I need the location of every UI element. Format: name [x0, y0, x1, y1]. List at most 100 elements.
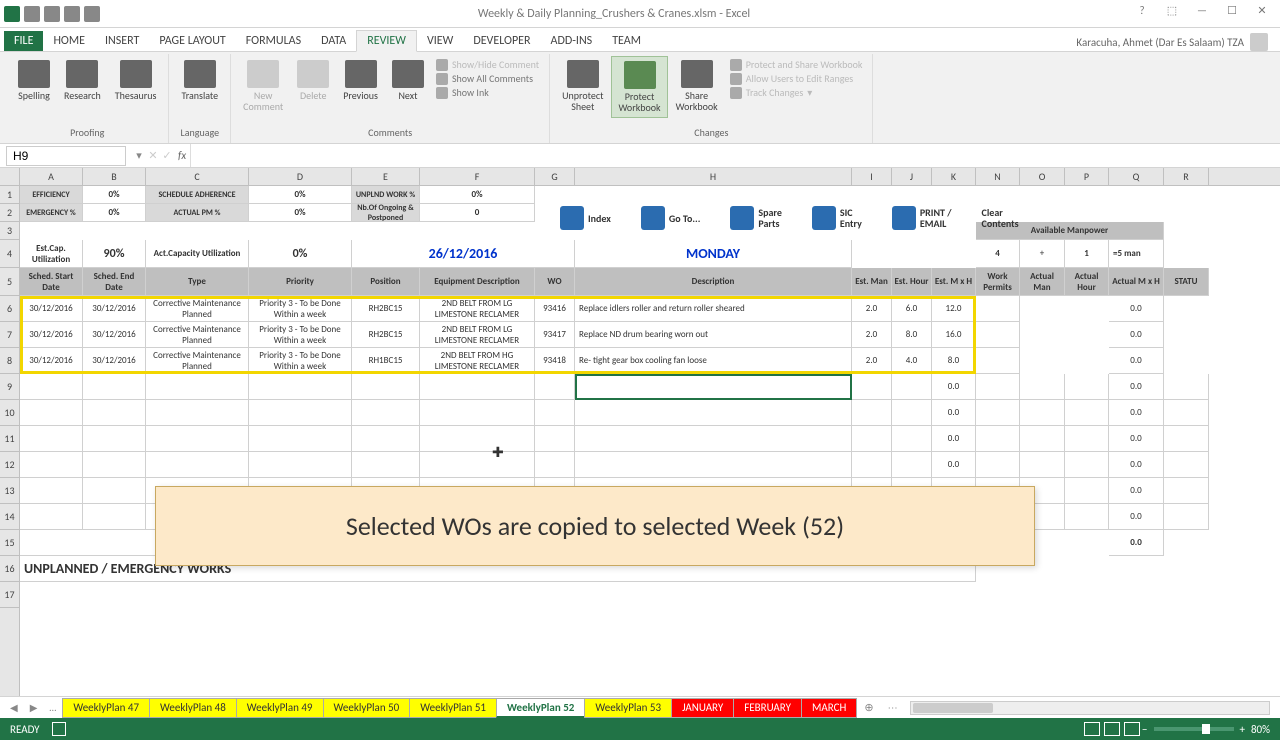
tab-formulas[interactable]: FORMULAS: [236, 31, 311, 51]
worksheet[interactable]: ABCDEFGHIJKNOPQR 12345678910111213141516…: [0, 168, 1280, 696]
enter-formula[interactable]: ✓: [160, 149, 174, 162]
blank[interactable]: [146, 374, 249, 400]
col-hdr-14[interactable]: Actual M x H: [1109, 268, 1164, 296]
sheet-tab-weeklyplan-47[interactable]: WeeklyPlan 47: [62, 698, 150, 718]
qa-icon[interactable]: [84, 6, 100, 22]
col-header-C[interactable]: C: [146, 168, 249, 185]
sheet-tab-weeklyplan-48[interactable]: WeeklyPlan 48: [149, 698, 237, 718]
blank[interactable]: 0.0: [932, 452, 976, 478]
blank[interactable]: [352, 374, 420, 400]
kpi-efficiency-val[interactable]: 0%: [83, 186, 146, 204]
blank[interactable]: 0.0: [1109, 452, 1164, 478]
blank[interactable]: 0.0: [1109, 400, 1164, 426]
view-pagebreak-icon[interactable]: [1124, 722, 1140, 736]
blank[interactable]: [535, 452, 575, 478]
col-hdr-12[interactable]: Actual Man: [1020, 268, 1065, 296]
fx-icon[interactable]: fx: [174, 149, 190, 162]
desc[interactable]: Re- tight gear box cooling fan loose: [575, 348, 852, 374]
row-header-3[interactable]: 3: [0, 222, 19, 240]
formula-input[interactable]: [190, 144, 1280, 167]
zoom-in[interactable]: +: [1240, 723, 1245, 736]
col-header-A[interactable]: A: [20, 168, 83, 185]
col-hdr-9[interactable]: Est. Hour: [892, 268, 932, 296]
end-date[interactable]: 30/12/2016: [83, 322, 146, 348]
col-header-E[interactable]: E: [352, 168, 420, 185]
kpi-actualpm-val[interactable]: 0%: [249, 204, 352, 222]
row-header-2[interactable]: 2: [0, 204, 19, 222]
sic-entry-button[interactable]: SIC Entry: [812, 206, 862, 230]
help-button[interactable]: ?: [1128, 4, 1156, 24]
prio[interactable]: Priority 3 - To be Done Within a week: [249, 296, 352, 322]
blank[interactable]: [83, 426, 146, 452]
col-hdr-5[interactable]: Equipment Description: [420, 268, 535, 296]
show-hide-comment[interactable]: Show/Hide Comment: [436, 58, 539, 71]
blank[interactable]: [976, 374, 1020, 400]
type[interactable]: Corrective Maintenance Planned: [146, 348, 249, 374]
blank[interactable]: [1164, 504, 1209, 530]
clear-contents-button[interactable]: Clear Contents: [982, 207, 1019, 229]
mxh[interactable]: 8.0: [932, 348, 976, 374]
mp-1[interactable]: 1: [1065, 240, 1109, 268]
blank[interactable]: [892, 374, 932, 400]
tab-nav-more2[interactable]: ⋯: [882, 701, 904, 714]
row-header-4[interactable]: 4: [0, 240, 19, 268]
blank[interactable]: [83, 400, 146, 426]
zoom-level[interactable]: 80%: [1251, 723, 1270, 736]
blank[interactable]: [976, 426, 1020, 452]
blank[interactable]: [1164, 426, 1209, 452]
zoom-slider[interactable]: [1154, 727, 1234, 731]
redo-icon[interactable]: [64, 6, 80, 22]
kpi-ongoing[interactable]: Nb.Of Ongoing & Postponed: [352, 204, 420, 222]
total-aval[interactable]: 0.0: [1109, 530, 1164, 556]
col-hdr-13[interactable]: Actual Hour: [1065, 268, 1109, 296]
sheet-tab-february[interactable]: FEBRUARY: [733, 698, 802, 718]
previous-comment-button[interactable]: Previous: [337, 56, 384, 105]
amxh[interactable]: 0.0: [1109, 348, 1164, 374]
col-header-I[interactable]: I: [852, 168, 892, 185]
desc[interactable]: Replace ND drum bearing worn out: [575, 322, 852, 348]
blank[interactable]: [575, 400, 852, 426]
show-ink[interactable]: Show Ink: [436, 86, 539, 99]
ribbon-options-button[interactable]: ⬚: [1158, 4, 1186, 24]
sheet-tab-march[interactable]: MARCH: [801, 698, 857, 718]
blank[interactable]: [892, 452, 932, 478]
row-header-17[interactable]: 17: [0, 582, 19, 608]
col-header-O[interactable]: O: [1020, 168, 1065, 185]
name-box[interactable]: [6, 146, 126, 166]
wo[interactable]: 93416: [535, 296, 575, 322]
row-header-9[interactable]: 9: [0, 374, 19, 400]
view-normal-icon[interactable]: [1084, 722, 1100, 736]
act-cap-val[interactable]: 0%: [249, 240, 352, 268]
date-cell[interactable]: 26/12/2016: [352, 240, 575, 268]
col-header-P[interactable]: P: [1065, 168, 1109, 185]
blank[interactable]: [1164, 478, 1209, 504]
sheet-tab-weeklyplan-50[interactable]: WeeklyPlan 50: [323, 698, 411, 718]
tab-team[interactable]: TEAM: [602, 31, 651, 51]
blank[interactable]: [20, 478, 83, 504]
blank[interactable]: [1020, 400, 1065, 426]
blank[interactable]: [83, 452, 146, 478]
blank[interactable]: [852, 426, 892, 452]
col-hdr-4[interactable]: Position: [352, 268, 420, 296]
row-header-12[interactable]: 12: [0, 452, 19, 478]
prio[interactable]: Priority 3 - To be Done Within a week: [249, 322, 352, 348]
end-date[interactable]: 30/12/2016: [83, 296, 146, 322]
blank[interactable]: [20, 504, 83, 530]
tab-nav-prev[interactable]: ◀: [4, 701, 24, 714]
thesaurus-button[interactable]: Thesaurus: [109, 56, 163, 105]
row-header-8[interactable]: 8: [0, 348, 19, 374]
blank[interactable]: [83, 374, 146, 400]
unprotect-sheet-button[interactable]: Unprotect Sheet: [556, 56, 609, 116]
col-hdr-3[interactable]: Priority: [249, 268, 352, 296]
blank[interactable]: [1020, 374, 1065, 400]
col-header-Q[interactable]: Q: [1109, 168, 1164, 185]
work[interactable]: [976, 348, 1020, 374]
row-header-15[interactable]: 15: [0, 530, 19, 556]
col-hdr-7[interactable]: Description: [575, 268, 852, 296]
kpi-unplanned-val[interactable]: 0%: [420, 186, 535, 204]
goto-button[interactable]: Go To...: [641, 206, 700, 230]
print-email-button[interactable]: PRINT / EMAIL: [892, 206, 952, 230]
row-header-11[interactable]: 11: [0, 426, 19, 452]
protect-workbook-button[interactable]: Protect Workbook: [611, 56, 667, 118]
blank[interactable]: [535, 374, 575, 400]
